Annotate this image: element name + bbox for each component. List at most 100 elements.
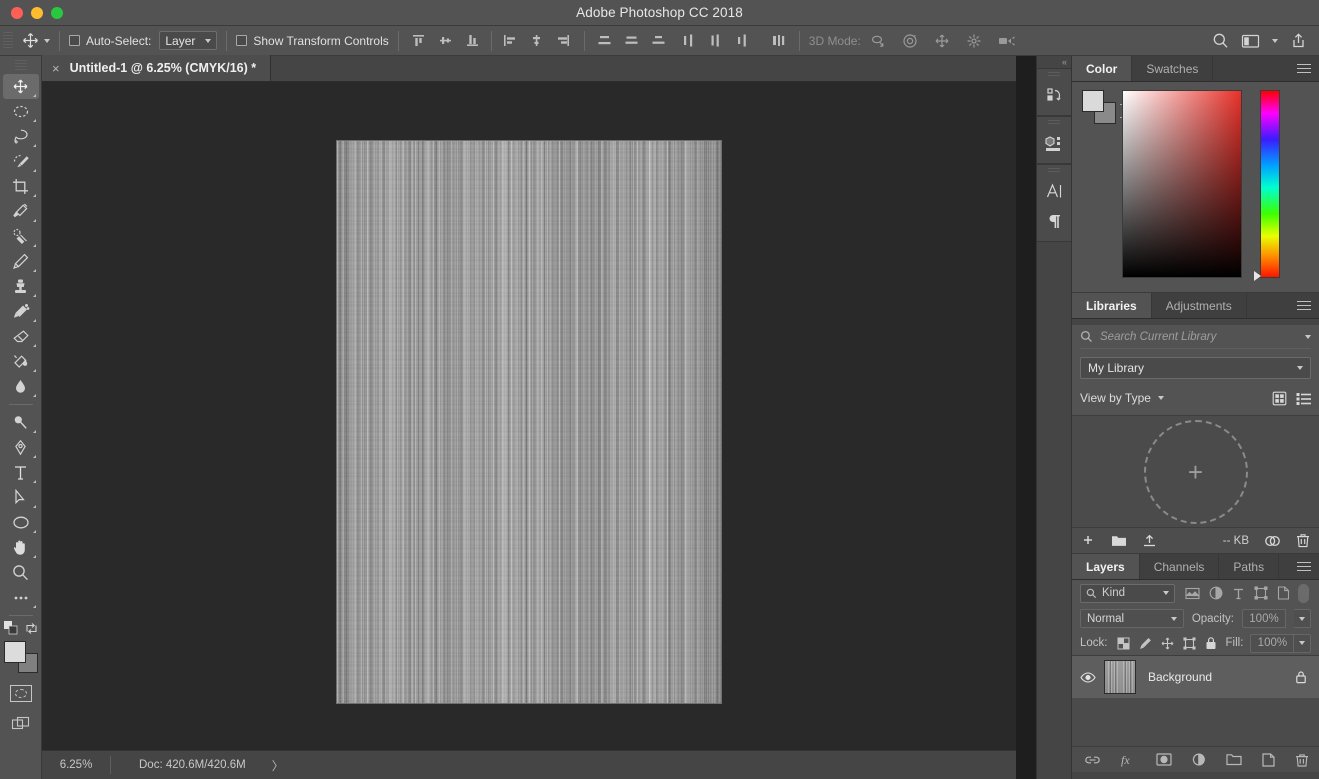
brushed-metal-texture[interactable] xyxy=(337,141,721,703)
distribute-vertical-centers-button[interactable] xyxy=(621,30,643,52)
collapse-panels-button[interactable]: « xyxy=(1037,56,1071,68)
tab-swatches[interactable]: Swatches xyxy=(1132,56,1214,81)
align-horizontal-centers-button[interactable] xyxy=(526,30,548,52)
distribute-right-edges-button[interactable] xyxy=(732,30,754,52)
orbit-3d-icon[interactable] xyxy=(867,30,889,52)
auto-select-checkbox[interactable]: Auto-Select: xyxy=(69,34,151,48)
opacity-value[interactable]: 100% xyxy=(1242,609,1286,628)
3d-panel-icon[interactable] xyxy=(1039,128,1069,158)
color-panel-menu-button[interactable] xyxy=(1297,56,1311,81)
zoom-level-field[interactable]: 6.25% xyxy=(42,759,110,771)
align-bottom-edges-button[interactable] xyxy=(462,30,484,52)
opacity-slider-button[interactable] xyxy=(1294,609,1311,628)
distribute-bottom-edges-button[interactable] xyxy=(648,30,670,52)
tab-libraries[interactable]: Libraries xyxy=(1072,293,1152,318)
add-layer-mask-icon[interactable] xyxy=(1155,753,1172,766)
layer-visibility-toggle[interactable] xyxy=(1072,671,1104,683)
search-icon[interactable] xyxy=(1212,32,1229,49)
layer-thumbnail[interactable] xyxy=(1104,660,1136,694)
color-panel-foreground-swatch[interactable] xyxy=(1082,90,1104,112)
creative-cloud-sync-icon[interactable] xyxy=(1264,534,1281,548)
default-colors-icon[interactable] xyxy=(3,621,18,635)
show-transform-controls-checkbox[interactable]: Show Transform Controls xyxy=(236,34,389,48)
hue-slider[interactable] xyxy=(1254,90,1280,281)
clone-stamp-tool[interactable] xyxy=(3,274,39,299)
screen-mode-button[interactable] xyxy=(0,716,41,733)
tools-panel-grip[interactable] xyxy=(14,60,27,70)
crop-tool[interactable] xyxy=(3,174,39,199)
distribute-spacing-button[interactable] xyxy=(768,30,790,52)
tab-adjustments[interactable]: Adjustments xyxy=(1152,293,1247,318)
filter-adjustment-icon[interactable] xyxy=(1209,586,1223,600)
options-bar-grip[interactable] xyxy=(3,31,13,50)
layer-locked-icon[interactable] xyxy=(1295,670,1319,684)
eraser-tool[interactable] xyxy=(3,324,39,349)
add-element-icon[interactable] xyxy=(1081,533,1096,548)
share-icon[interactable] xyxy=(1290,32,1307,49)
filter-shape-icon[interactable] xyxy=(1254,586,1268,600)
filter-smart-object-icon[interactable] xyxy=(1277,586,1290,600)
align-top-edges-button[interactable] xyxy=(408,30,430,52)
list-view-icon[interactable] xyxy=(1296,391,1311,406)
slide-3d-icon[interactable] xyxy=(963,30,985,52)
hue-slider-thumb[interactable] xyxy=(1254,271,1261,281)
new-layer-icon[interactable] xyxy=(1261,752,1275,767)
layer-name[interactable]: Background xyxy=(1136,670,1295,684)
rectangular-marquee-tool[interactable] xyxy=(3,99,39,124)
tab-color[interactable]: Color xyxy=(1072,56,1133,81)
fill-slider-button[interactable] xyxy=(1294,633,1312,653)
tab-channels[interactable]: Channels xyxy=(1140,554,1220,579)
layer-style-fx-icon[interactable]: fx xyxy=(1121,753,1136,767)
grid-view-icon[interactable] xyxy=(1272,391,1287,406)
history-panel-icon[interactable] xyxy=(1039,80,1069,110)
fill-value[interactable]: 100% xyxy=(1250,633,1295,653)
status-expand-icon[interactable]: 〉 xyxy=(272,757,284,774)
tool-preset-picker[interactable] xyxy=(20,31,50,51)
zoom-tool[interactable] xyxy=(3,560,39,585)
upload-icon[interactable] xyxy=(1142,533,1157,548)
filter-pixel-icon[interactable] xyxy=(1185,587,1200,600)
arrange-documents-icon[interactable] xyxy=(1241,33,1260,49)
library-search-input[interactable]: Search Current Library xyxy=(1100,331,1298,343)
swap-colors-icon[interactable] xyxy=(25,622,38,635)
paragraph-panel-icon[interactable] xyxy=(1039,206,1069,236)
new-group-icon[interactable] xyxy=(1111,534,1127,548)
arrange-chevron-icon[interactable] xyxy=(1272,38,1278,43)
history-brush-tool[interactable] xyxy=(3,299,39,324)
blend-mode-select[interactable]: Normal xyxy=(1080,609,1184,628)
color-field[interactable] xyxy=(1122,90,1242,278)
chevron-down-icon[interactable] xyxy=(1305,334,1311,339)
gradient-tool[interactable] xyxy=(3,349,39,374)
brush-tool[interactable] xyxy=(3,249,39,274)
rail-grip[interactable] xyxy=(1048,72,1060,78)
table-row[interactable]: Background xyxy=(1072,656,1319,698)
lock-image-pixels-icon[interactable] xyxy=(1139,637,1152,650)
library-empty-drop-area[interactable]: + xyxy=(1072,415,1319,527)
zoom-3d-camera-icon[interactable] xyxy=(995,30,1017,52)
dodge-tool[interactable] xyxy=(3,410,39,435)
new-adjustment-layer-icon[interactable] xyxy=(1192,752,1206,767)
roll-3d-icon[interactable] xyxy=(899,30,921,52)
pen-tool[interactable] xyxy=(3,435,39,460)
rail-grip-2[interactable] xyxy=(1048,120,1060,126)
document-info[interactable]: Doc: 420.6M/420.6M 〉 xyxy=(111,757,284,774)
new-group-icon[interactable] xyxy=(1225,753,1242,766)
tab-layers[interactable]: Layers xyxy=(1072,554,1140,579)
lasso-tool[interactable] xyxy=(3,124,39,149)
lock-all-icon[interactable] xyxy=(1205,636,1217,650)
spot-healing-brush-tool[interactable] xyxy=(3,224,39,249)
quick-mask-mode-button[interactable] xyxy=(0,685,41,702)
path-selection-tool[interactable] xyxy=(3,485,39,510)
foreground-color-swatch[interactable] xyxy=(3,641,26,663)
hand-tool[interactable] xyxy=(3,535,39,560)
lock-transparent-pixels-icon[interactable] xyxy=(1117,637,1130,650)
eyedropper-tool[interactable] xyxy=(3,199,39,224)
layer-filter-kind-select[interactable]: Kind xyxy=(1080,583,1175,603)
align-left-edges-button[interactable] xyxy=(499,30,521,52)
lock-artboard-nesting-icon[interactable] xyxy=(1182,636,1196,650)
filter-type-icon[interactable] xyxy=(1232,587,1245,600)
ellipse-shape-tool[interactable] xyxy=(3,510,39,535)
delete-layer-icon[interactable] xyxy=(1295,753,1308,767)
distribute-top-edges-button[interactable] xyxy=(594,30,616,52)
close-icon[interactable]: × xyxy=(52,61,60,76)
